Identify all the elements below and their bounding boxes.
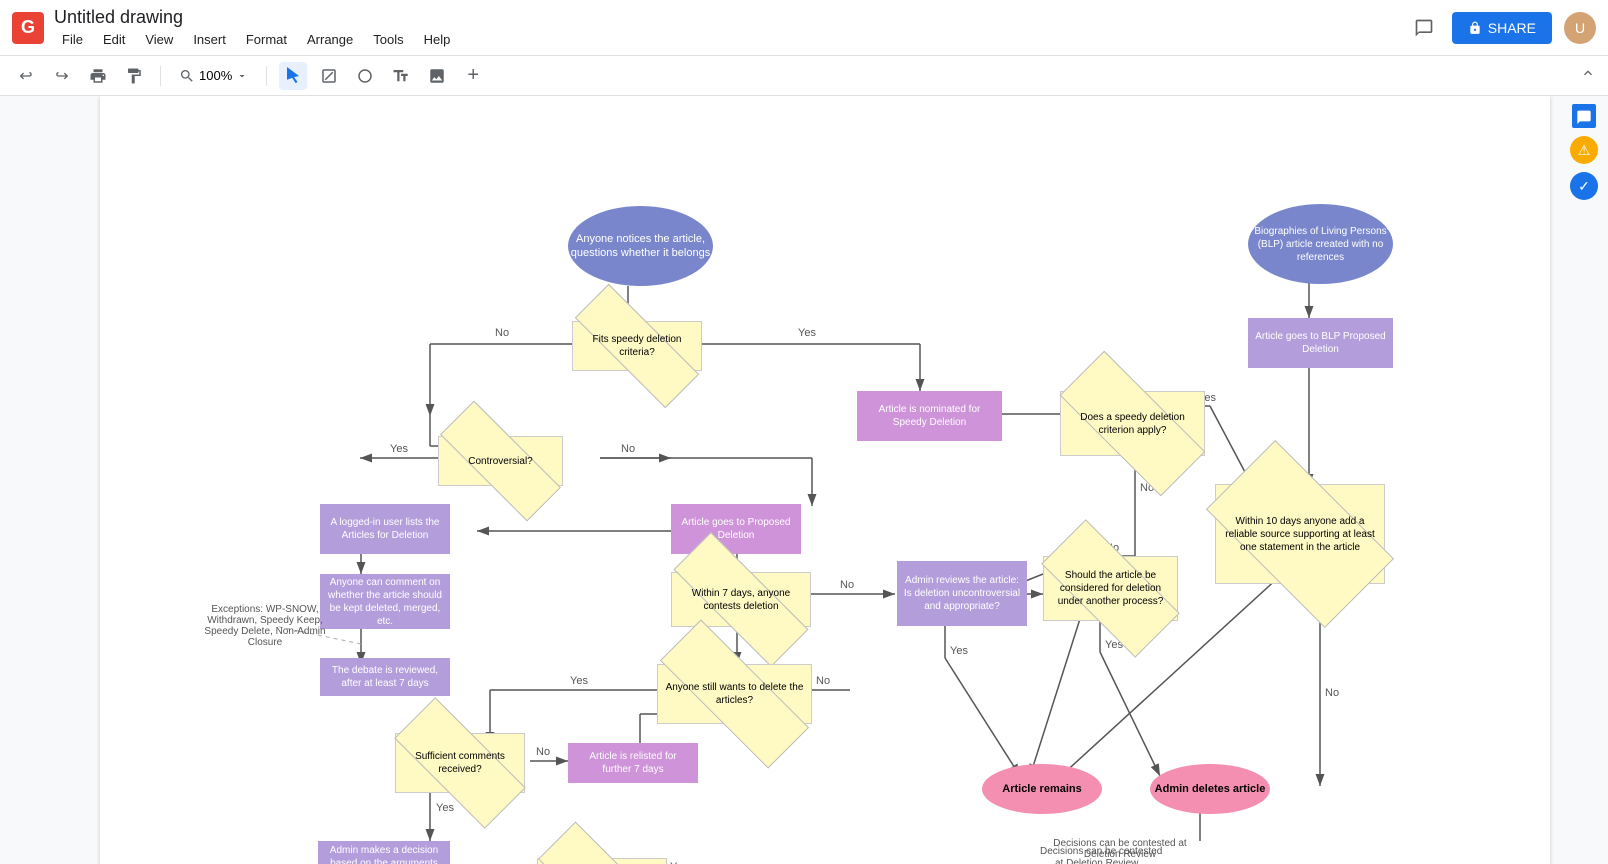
svg-text:Yes: Yes	[390, 443, 408, 455]
menu-insert[interactable]: Insert	[185, 30, 234, 49]
svg-text:No: No	[621, 443, 635, 455]
text-tool[interactable]	[387, 62, 415, 90]
admin-deletes-oval: Admin deletes article	[1150, 764, 1270, 814]
top-right: SHARE U	[1408, 12, 1596, 44]
menu-file[interactable]: File	[54, 30, 91, 49]
image-tool[interactable]	[423, 62, 451, 90]
menu-bar: File Edit View Insert Format Arrange Too…	[54, 30, 1398, 49]
undo-button[interactable]: ↩	[12, 62, 40, 90]
svg-text:Yes: Yes	[798, 327, 816, 339]
admin-makes-decision-rect: Admin makes a decision based on the argu…	[318, 841, 450, 864]
svg-text:No: No	[840, 579, 854, 591]
shapes-tool[interactable]	[351, 62, 379, 90]
collapse-btn[interactable]	[1580, 65, 1596, 86]
anyone-still-diamond: Anyone still wants to delete the article…	[657, 664, 812, 724]
canvas-area: No Yes Yes No Yes No	[0, 96, 1608, 864]
app-icon: G	[12, 12, 44, 44]
menu-tools[interactable]: Tools	[365, 30, 411, 49]
menu-arrange[interactable]: Arrange	[299, 30, 361, 49]
top-bar: G Untitled drawing File Edit View Insert…	[0, 0, 1608, 56]
flowchart-container: No Yes Yes No Yes No	[100, 96, 1550, 864]
chat-icon[interactable]	[1572, 104, 1596, 128]
separator-1	[160, 66, 161, 86]
logged-in-user-rect: A logged-in user lists the Articles for …	[320, 504, 450, 554]
paint-format-button[interactable]	[120, 62, 148, 90]
share-label: SHARE	[1488, 20, 1536, 36]
title-area: Untitled drawing File Edit View Insert F…	[54, 7, 1398, 49]
comments-button[interactable]	[1408, 12, 1440, 44]
add-tool[interactable]: +	[459, 62, 487, 90]
article-remains-oval: Article remains	[982, 764, 1102, 814]
article-relisted-rect: Article is relisted for further 7 days	[568, 743, 698, 783]
exceptions-text: Exceptions: WP-SNOW, Withdrawn, Speedy K…	[200, 604, 330, 648]
svg-text:No: No	[816, 675, 830, 687]
right-panel: ⚠ ✓	[1560, 96, 1608, 864]
blp-proposed-rect: Article goes to BLP Proposed Deletion	[1248, 318, 1393, 368]
zoom-level: 100%	[199, 68, 232, 83]
svg-text:No: No	[495, 327, 509, 339]
svg-text:Yes: Yes	[436, 802, 454, 814]
debate-reviewed-rect: The debate is reviewed, after at least 7…	[320, 658, 450, 696]
svg-text:No: No	[536, 746, 550, 758]
menu-format[interactable]: Format	[238, 30, 295, 49]
warning-icon: ⚠	[1570, 136, 1598, 164]
blp-node: "Biographies of Living Persons" (BLP) ar…	[1248, 204, 1393, 284]
decision-delete-diamond: Desicion is delete?	[537, 858, 667, 864]
share-button[interactable]: SHARE	[1452, 12, 1552, 44]
doc-title[interactable]: Untitled drawing	[54, 7, 1398, 28]
proposed-deletion-rect: Article goes to Proposed Deletion	[671, 504, 801, 554]
admin-reviews-rect: Admin reviews the article: Is deletion u…	[897, 561, 1027, 626]
separator-2	[266, 66, 267, 86]
svg-text:Yes: Yes	[570, 675, 588, 687]
menu-help[interactable]: Help	[416, 30, 459, 49]
print-button[interactable]	[84, 62, 112, 90]
speedy-criterion-diamond: Does a speedy deletion criterion apply?	[1060, 391, 1205, 456]
within-10-days-diamond: Within 10 days anyone add a reliable sou…	[1215, 484, 1385, 584]
menu-view[interactable]: View	[137, 30, 181, 49]
select-tool[interactable]	[279, 62, 307, 90]
drawing-canvas[interactable]: No Yes Yes No Yes No	[100, 96, 1550, 864]
redo-button[interactable]: ↪	[48, 62, 76, 90]
menu-edit[interactable]: Edit	[95, 30, 133, 49]
svg-text:No: No	[1325, 687, 1339, 699]
controversial-diamond: Controversial?	[438, 436, 563, 486]
checkmark-icon: ✓	[1570, 172, 1598, 200]
within-7-days-diamond: Within 7 days, anyone contests deletion	[671, 572, 811, 627]
svg-text:Yes: Yes	[950, 645, 968, 657]
sufficient-comments-diamond: Sufficient comments received?	[395, 733, 525, 793]
should-article-diamond: Should the article be considered for del…	[1043, 556, 1178, 621]
toolbar: ↩ ↪ 100% +	[0, 56, 1608, 96]
zoom-control[interactable]: 100%	[173, 66, 254, 86]
user-avatar[interactable]: U	[1564, 12, 1596, 44]
decisions-contested-text: Decisions can be contested at Deletion R…	[1035, 838, 1205, 860]
article-nominated-rect: Article is nominated for Speedy Deletion	[857, 391, 1002, 441]
start-node: Anyone notices the article, questions wh…	[568, 206, 713, 286]
anyone-comment-rect: Anyone can comment on whether the articl…	[320, 574, 450, 629]
line-tool[interactable]	[315, 62, 343, 90]
fits-speedy-diamond: Fits speedy deletion criteria?	[572, 321, 702, 371]
